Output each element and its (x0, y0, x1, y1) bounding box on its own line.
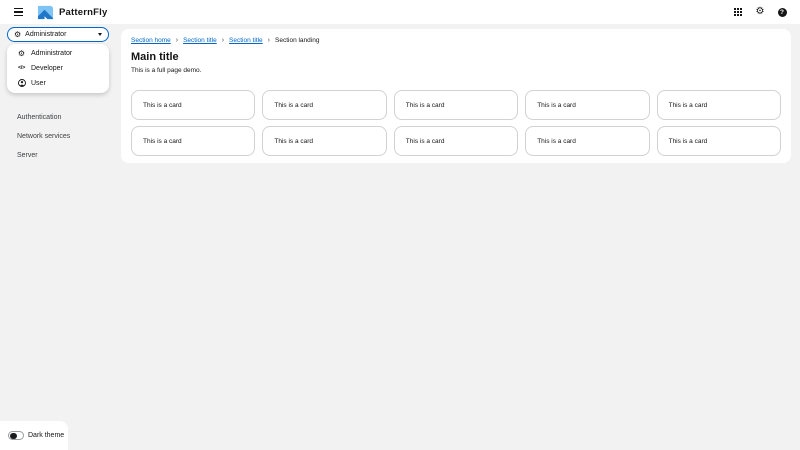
patternfly-logo-icon (37, 5, 54, 19)
context-selector-menu: ⚙ Administrator </> Developer User (7, 44, 109, 93)
cogs-icon: ⚙ (14, 29, 22, 39)
card[interactable]: This is a card (656, 90, 781, 120)
caret-down-icon (98, 33, 102, 36)
brand[interactable]: PatternFly (36, 4, 107, 21)
breadcrumb-current-section-landing: Section landing (275, 36, 320, 44)
card[interactable]: This is a card (525, 126, 650, 156)
theme-toggle-panel: Dark theme (0, 421, 68, 450)
dark-theme-switch[interactable] (8, 431, 24, 440)
menu-item-label: User (31, 80, 46, 87)
breadcrumb: Section home › Section title › Section t… (131, 36, 781, 44)
help-icon[interactable]: ? (776, 6, 788, 18)
menu-item-label: Developer (31, 65, 63, 72)
apps-grid-glyph (734, 8, 742, 16)
menu-item-developer[interactable]: </> Developer (7, 61, 109, 76)
user-icon (17, 78, 26, 89)
card[interactable]: This is a card (656, 126, 781, 156)
card[interactable]: This is a card (393, 90, 519, 120)
sidebar-item-server[interactable]: Server (17, 152, 38, 162)
context-selector-toggle[interactable]: ⚙ Administrator (7, 27, 109, 42)
breadcrumb-link-section-title-1[interactable]: Section title (183, 37, 217, 44)
menu-item-user[interactable]: User (7, 76, 109, 91)
chevron-right-icon: › (267, 36, 270, 44)
code-icon: </> (17, 64, 26, 71)
card[interactable]: This is a card (525, 90, 650, 120)
breadcrumb-link-section-title-2[interactable]: Section title (229, 37, 263, 44)
settings-gear-icon[interactable]: ⚙ (754, 6, 766, 18)
switch-knob (10, 432, 17, 439)
card[interactable]: This is a card (262, 126, 387, 156)
chevron-right-icon: › (221, 36, 225, 44)
main-content-panel: Section home › Section title › Section t… (121, 29, 791, 163)
page-title: Main title (131, 51, 179, 63)
question-glyph: ? (777, 7, 787, 17)
breadcrumb-link-section-home[interactable]: Section home (131, 37, 171, 44)
chevron-right-icon: › (175, 36, 179, 44)
page-subtitle: This is a full page demo. (131, 67, 202, 74)
nav-toggle-hamburger-icon[interactable] (8, 4, 28, 20)
dark-theme-label: Dark theme (28, 432, 65, 439)
brand-name: PatternFly (59, 6, 108, 18)
card[interactable]: This is a card (393, 126, 519, 156)
apps-grid-icon[interactable] (732, 6, 744, 18)
masthead: PatternFly ⚙ ? (0, 0, 800, 24)
sidebar-item-network-services[interactable]: Network services (17, 133, 70, 143)
cogs-icon: ⚙ (17, 48, 26, 58)
card[interactable]: This is a card (131, 90, 256, 120)
card[interactable]: This is a card (262, 90, 387, 120)
card-grid: This is a card This is a card This is a … (131, 90, 781, 156)
menu-item-administrator[interactable]: ⚙ Administrator (7, 46, 109, 61)
sidebar-item-authentication[interactable]: Authentication (17, 114, 61, 124)
gear-glyph: ⚙ (755, 6, 765, 17)
card[interactable]: This is a card (131, 126, 256, 156)
context-selector-value: Administrator (25, 31, 67, 38)
menu-item-label: Administrator (31, 50, 73, 57)
